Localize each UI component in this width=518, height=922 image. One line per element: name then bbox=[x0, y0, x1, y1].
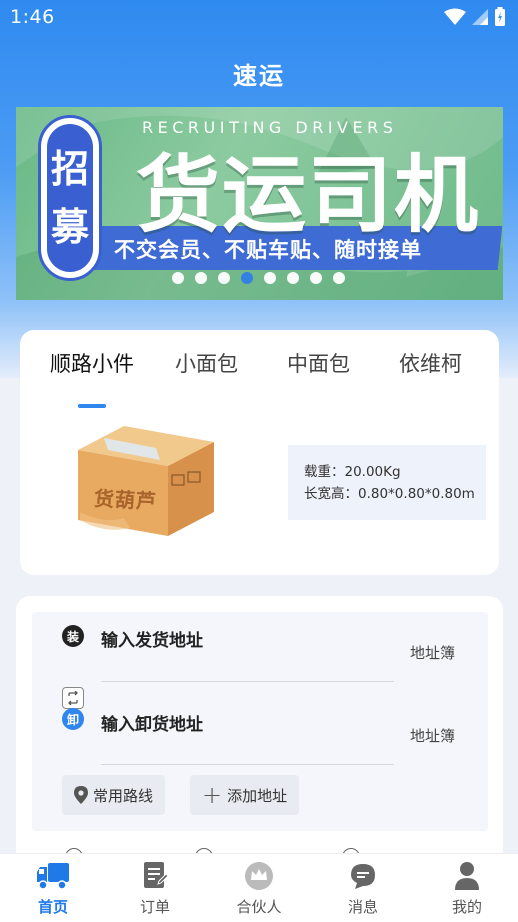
common-routes-button[interactable]: 常用路线 bbox=[62, 775, 166, 815]
banner-pill-char-1: 招 bbox=[50, 147, 89, 191]
carousel-dot[interactable] bbox=[333, 272, 345, 284]
carousel-dot[interactable] bbox=[195, 272, 207, 284]
nav-partner[interactable]: 合伙人 bbox=[219, 860, 299, 917]
tab-medium-van[interactable]: 中面包 bbox=[287, 348, 350, 378]
nav-profile[interactable]: 我的 bbox=[427, 860, 507, 917]
vehicle-tabs: 顺路小件 小面包 中面包 依维柯 bbox=[20, 348, 499, 408]
address-panel: 装 输入发货地址 地址簿 卸 输入卸货地址 地址簿 常用路线 + 添加地址 bbox=[32, 612, 488, 831]
dropoff-address-book-link[interactable]: 地址簿 bbox=[410, 725, 455, 746]
nav-profile-label: 我的 bbox=[451, 898, 482, 916]
parcel-box-illustration: 货葫芦 bbox=[64, 420, 222, 540]
nav-messages-label: 消息 bbox=[347, 898, 378, 916]
vehicle-type-card: 顺路小件 小面包 中面包 依维柯 货葫芦 载重：20.00Kg 长宽高：0.80… bbox=[20, 330, 499, 575]
pickup-address-input[interactable]: 输入发货地址 bbox=[101, 626, 203, 651]
nav-orders[interactable]: 订单 bbox=[115, 860, 195, 917]
order-icon bbox=[144, 862, 168, 888]
pickup-badge: 装 bbox=[62, 625, 84, 647]
banner-pill-char-2: 募 bbox=[50, 205, 89, 249]
common-routes-label: 常用路线 bbox=[93, 786, 154, 805]
tab-active-indicator bbox=[78, 404, 106, 408]
swap-address-button[interactable] bbox=[62, 687, 84, 709]
tab-iveco[interactable]: 依维柯 bbox=[399, 348, 462, 378]
carousel-dot[interactable] bbox=[287, 272, 299, 284]
bottom-navigation: 首页 订单 合伙人 消息 我的 bbox=[0, 853, 518, 922]
signal-icon bbox=[472, 9, 488, 25]
nav-home-label: 首页 bbox=[37, 898, 68, 916]
nav-messages[interactable]: 消息 bbox=[323, 860, 403, 917]
location-pin-icon bbox=[74, 786, 88, 804]
carousel-indicator[interactable] bbox=[172, 272, 345, 284]
banner-main-text: 货运司机 bbox=[136, 146, 481, 244]
status-time: 1:46 bbox=[10, 6, 55, 28]
message-icon bbox=[351, 864, 375, 889]
add-address-button[interactable]: + 添加地址 bbox=[190, 775, 300, 815]
carousel-dot[interactable] bbox=[310, 272, 322, 284]
dropoff-badge: 卸 bbox=[62, 708, 84, 730]
load-capacity: 载重：20.00Kg bbox=[304, 464, 401, 480]
carousel-dot[interactable] bbox=[264, 272, 276, 284]
dropoff-address-input[interactable]: 输入卸货地址 bbox=[101, 710, 203, 735]
pickup-divider bbox=[101, 681, 394, 682]
box-brand-text: 货葫芦 bbox=[93, 486, 158, 514]
battery-icon bbox=[495, 7, 505, 26]
truck-icon bbox=[37, 863, 69, 890]
dropoff-divider bbox=[101, 764, 394, 765]
carousel-dot[interactable] bbox=[218, 272, 230, 284]
wifi-icon bbox=[444, 8, 466, 25]
banner-recruit-pill: 招 募 bbox=[38, 115, 102, 281]
dimensions: 长宽高：0.80*0.80*0.80m bbox=[304, 486, 475, 502]
status-bar: 1:46 bbox=[0, 0, 518, 34]
nav-orders-label: 订单 bbox=[139, 898, 170, 916]
nav-home[interactable]: 首页 bbox=[13, 860, 93, 917]
crown-icon bbox=[245, 862, 273, 890]
tab-minivan[interactable]: 小面包 bbox=[175, 348, 238, 378]
tab-small-parcel[interactable]: 顺路小件 bbox=[50, 348, 134, 378]
plus-icon: + bbox=[202, 781, 223, 809]
person-icon bbox=[455, 862, 479, 890]
address-card: 装 输入发货地址 地址簿 卸 输入卸货地址 地址簿 常用路线 + 添加地址 bbox=[16, 596, 503, 876]
pickup-address-book-link[interactable]: 地址簿 bbox=[410, 642, 455, 663]
vehicle-spec-panel: 载重：20.00Kg 长宽高：0.80*0.80*0.80m bbox=[288, 445, 486, 520]
carousel-dot[interactable] bbox=[241, 272, 253, 284]
carousel-dot[interactable] bbox=[172, 272, 184, 284]
app-title: 速运 bbox=[233, 62, 285, 90]
add-address-label: 添加地址 bbox=[227, 786, 288, 805]
nav-partner-label: 合伙人 bbox=[236, 898, 282, 916]
swap-icon bbox=[68, 691, 78, 705]
status-icons bbox=[444, 7, 506, 27]
banner-subtitle: 不交会员、不贴车贴、随时接单 bbox=[114, 238, 422, 262]
